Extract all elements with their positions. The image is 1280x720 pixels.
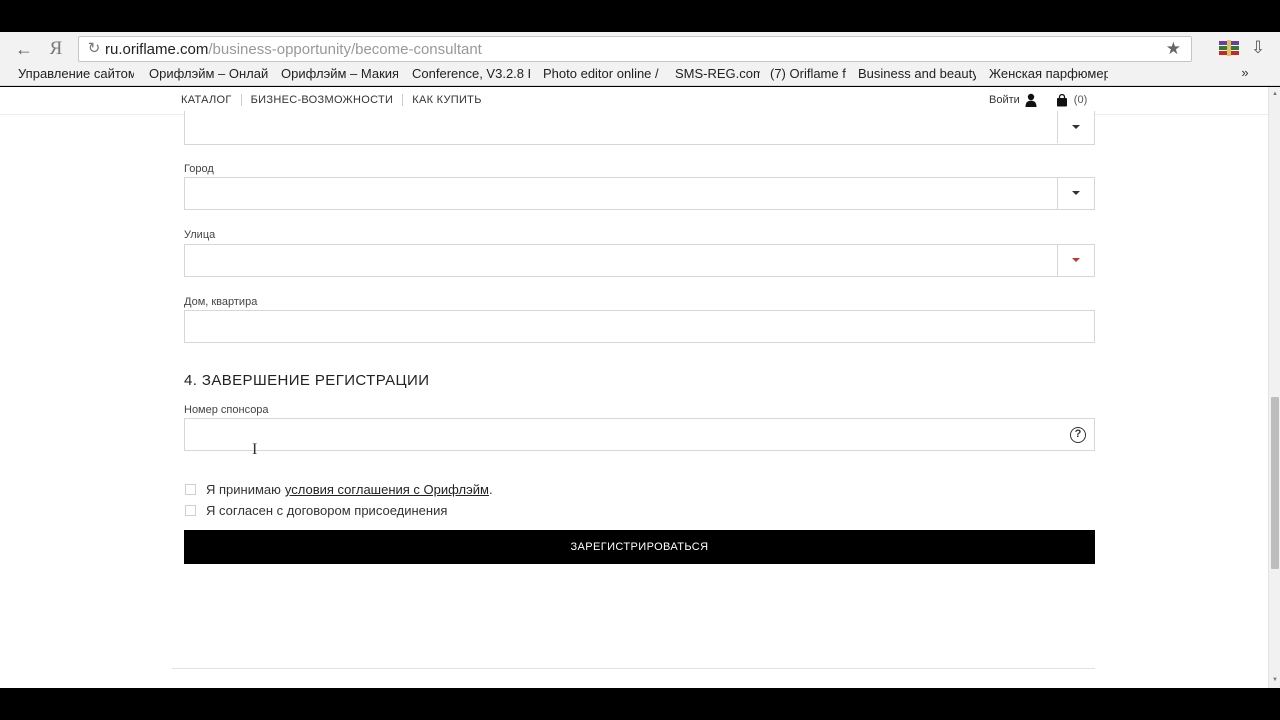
bookmarks-bar: Управление сайтом Орифлэйм – Онлайн Ориф… [0,65,1280,85]
city-select-toggle[interactable] [1057,178,1094,209]
chevron-down-icon [1072,191,1080,195]
nav-catalog[interactable]: КАТАЛОГ [181,94,232,106]
bookmark-item[interactable]: Орифлэйм – Макия [281,65,398,83]
nav-business[interactable]: БИЗНЕС-ВОЗМОЖНОСТИ [251,94,394,106]
login-link[interactable]: Войти [989,94,1020,106]
chevron-down-icon [1072,258,1080,262]
scroll-down-icon[interactable]: ▼ [1271,676,1279,684]
street-select[interactable] [184,244,1095,277]
region-select-toggle[interactable] [1057,111,1094,143]
street-label: Улица [184,229,216,241]
help-icon[interactable]: ? [1070,427,1086,443]
city-label: Город [184,163,214,175]
bookmark-item[interactable]: Photo editor online / [543,65,662,83]
accept-terms-text: Я принимаю [206,482,281,497]
accept-terms-row: Я принимаю условия соглашения с Орифлэйм… [185,482,493,497]
terms-link[interactable]: условия соглашения с Орифлэйм [285,482,489,497]
city-select[interactable] [184,177,1095,210]
register-button[interactable]: ЗАРЕГИСТРИРОВАТЬСЯ [184,530,1095,564]
footer-divider [172,668,1095,669]
page-scrollbar[interactable]: ▲ ▼ [1268,87,1280,688]
bookmark-item[interactable]: SMS-REG.com [675,65,760,83]
bookmark-item[interactable]: Управление сайтом [18,65,134,83]
more-bookmarks-icon[interactable]: » [1238,65,1252,80]
yandex-logo-icon[interactable]: Я [44,38,68,60]
reload-icon[interactable]: ↻ [85,40,103,58]
agree-contract-row: Я согласен с договором присоединения [185,503,447,518]
url-path: /business-opportunity/become-consultant [208,41,482,58]
sponsor-input[interactable] [184,418,1095,451]
agree-contract-text: Я согласен с договором присоединения [206,503,448,518]
url-text[interactable]: ru.oriflame.com/business-opportunity/bec… [105,41,482,58]
section-title: 4. ЗАВЕРШЕНИЕ РЕГИСТРАЦИИ [184,372,430,389]
nav-how-to-buy[interactable]: КАК КУПИТЬ [412,94,481,106]
sponsor-label: Номер спонсора [184,404,269,416]
scroll-thumb[interactable] [1271,397,1279,569]
user-icon[interactable] [1025,93,1037,107]
house-input[interactable] [184,310,1095,343]
bookmark-item[interactable]: Женская парфюмер [989,65,1108,83]
address-bar[interactable]: ↻ ru.oriflame.com/business-opportunity/b… [78,36,1192,62]
scroll-up-icon[interactable]: ▲ [1271,90,1279,98]
page-content: КАТАЛОГ БИЗНЕС-ВОЗМОЖНОСТИ КАК КУПИТЬ Во… [0,87,1268,688]
url-host: ru.oriflame.com [105,41,209,58]
nav-divider [402,94,404,106]
cart-count[interactable]: (0) [1074,94,1087,106]
header-actions: Войти (0) [989,93,1087,107]
bookmark-item[interactable]: Орифлэйм – Онлайн [149,65,268,83]
download-icon[interactable]: ⇩ [1248,38,1268,58]
house-label: Дом, квартира [184,296,258,308]
chevron-down-icon [1072,125,1080,129]
agree-contract-checkbox[interactable] [185,505,196,516]
site-nav: КАТАЛОГ БИЗНЕС-ВОЗМОЖНОСТИ КАК КУПИТЬ [181,94,482,106]
winrar-extension-icon[interactable] [1218,39,1240,57]
bookmark-star-icon[interactable]: ★ [1166,39,1181,59]
bookmark-item[interactable]: (7) Oriflame f [770,65,846,83]
accept-terms-suffix: . [488,482,493,497]
browser-chrome: ← Я ↻ ru.oriflame.com/business-opportuni… [0,32,1280,86]
back-arrow-icon[interactable]: ← [12,38,36,60]
street-select-toggle[interactable] [1057,245,1094,276]
region-select[interactable] [184,111,1095,145]
shopping-bag-icon[interactable] [1056,93,1068,107]
text-cursor-icon: I [252,441,258,458]
nav-divider [240,94,242,106]
accept-terms-checkbox[interactable] [185,484,196,495]
bookmark-item[interactable]: Business and beauty [858,65,976,83]
bookmark-item[interactable]: Conference, V3.2.8 H [412,65,530,83]
